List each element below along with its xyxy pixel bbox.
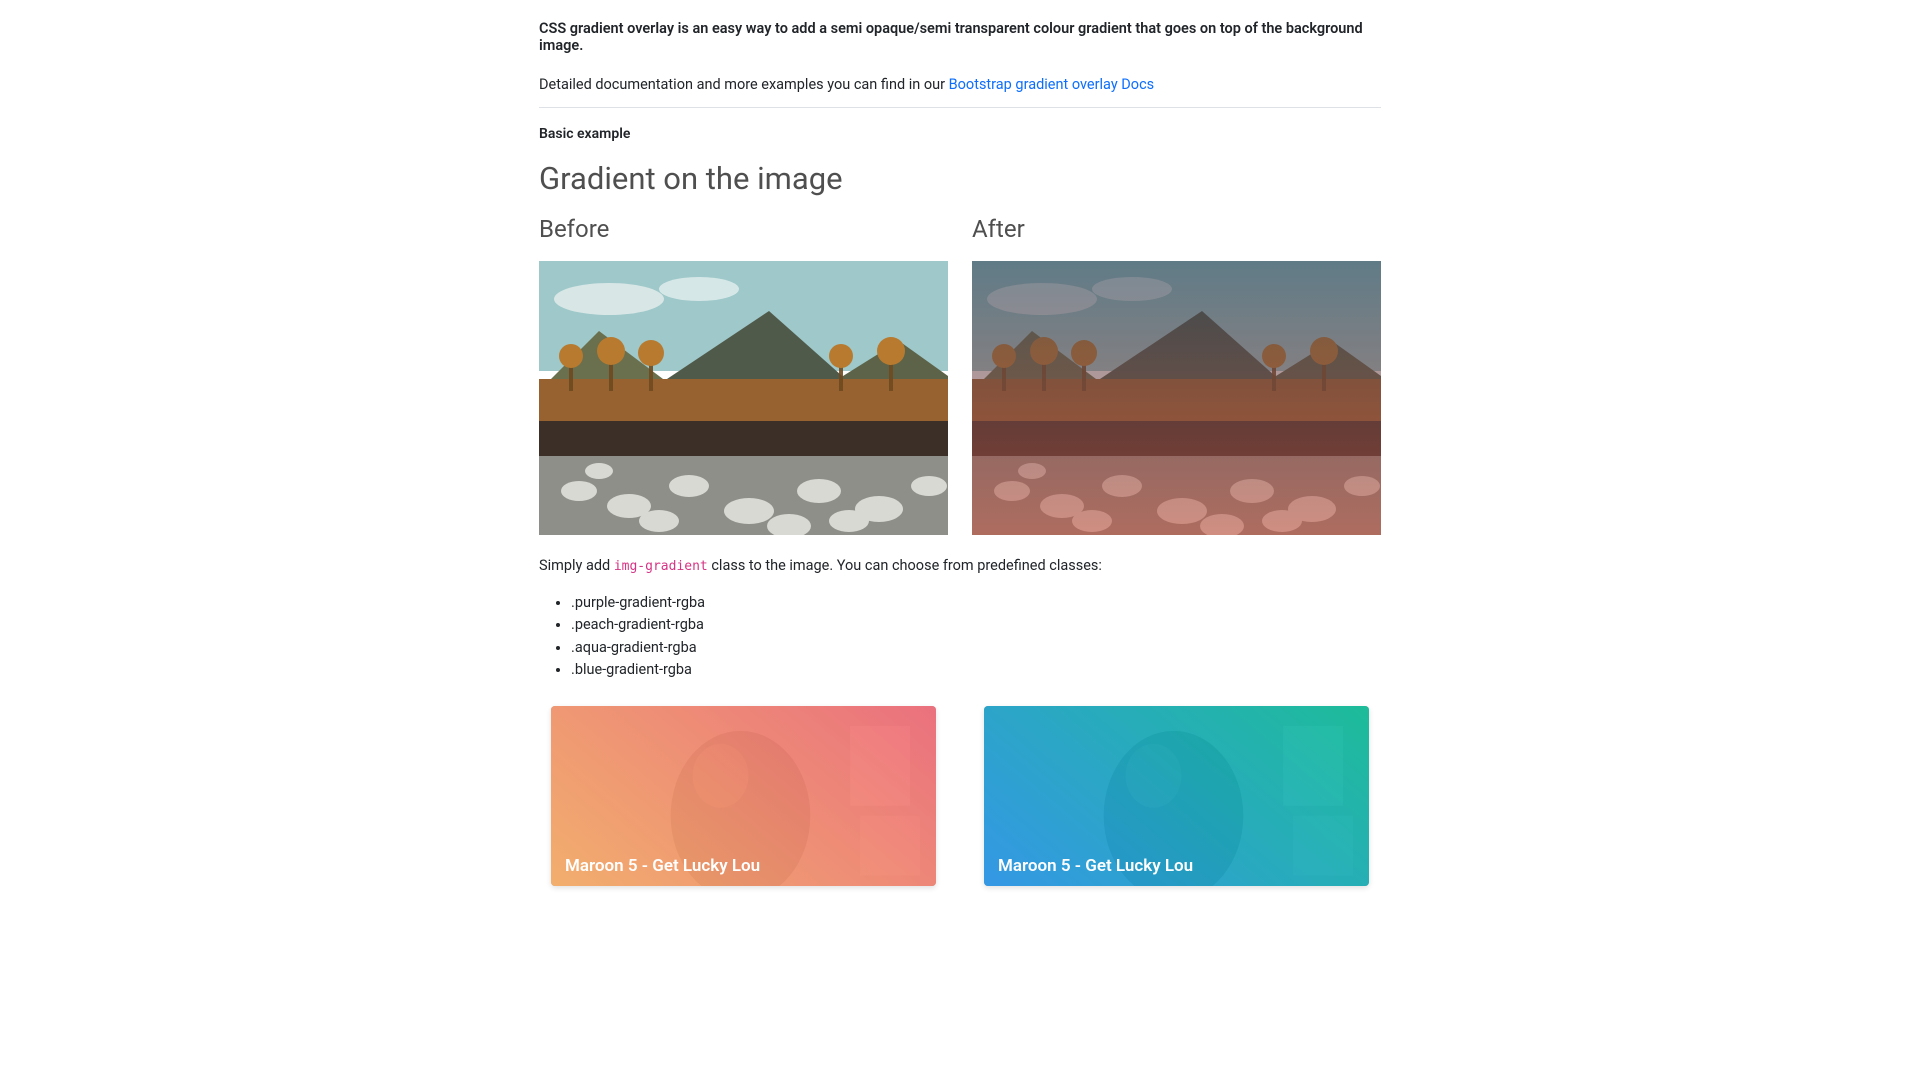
after-col: After [972,215,1381,535]
class-list-item: .aqua-gradient-rgba [571,637,1381,659]
page-heading: Gradient on the image [539,160,1381,197]
class-list: .purple-gradient-rgba .peach-gradient-rg… [571,592,1381,682]
before-after-row: Before [539,215,1381,535]
card-peach[interactable]: Maroon 5 - Get Lucky Lou [551,706,936,887]
after-image [972,261,1381,535]
intro-lead: CSS gradient overlay is an easy way to a… [539,20,1381,54]
instruction-pre: Simply add [539,557,614,574]
docs-link[interactable]: Bootstrap gradient overlay Docs [949,76,1155,93]
page-container: CSS gradient overlay is an easy way to a… [539,0,1381,906]
card-title: Maroon 5 - Get Lucky Lou [998,856,1193,876]
before-label: Before [539,215,948,243]
class-list-item: .peach-gradient-rgba [571,614,1381,636]
landscape-illustration [539,261,948,535]
docs-prefix: Detailed documentation and more examples… [539,76,949,93]
instruction-post: class to the image. You can choose from … [708,557,1102,574]
card-aqua[interactable]: Maroon 5 - Get Lucky Lou [984,706,1369,887]
divider [539,107,1381,108]
after-label: After [972,215,1381,243]
class-list-item: .blue-gradient-rgba [571,659,1381,681]
before-image [539,261,948,535]
docs-line: Detailed documentation and more examples… [539,76,1381,93]
class-list-item: .purple-gradient-rgba [571,592,1381,614]
section-label: Basic example [539,126,1381,142]
instruction-line: Simply add img-gradient class to the ima… [539,557,1381,574]
instruction-code: img-gradient [614,559,708,574]
before-col: Before [539,215,948,535]
gradient-overlay [972,261,1381,535]
card-row: Maroon 5 - Get Lucky Lou Maroon 5 - Get … [539,706,1381,887]
card-title: Maroon 5 - Get Lucky Lou [565,856,760,876]
